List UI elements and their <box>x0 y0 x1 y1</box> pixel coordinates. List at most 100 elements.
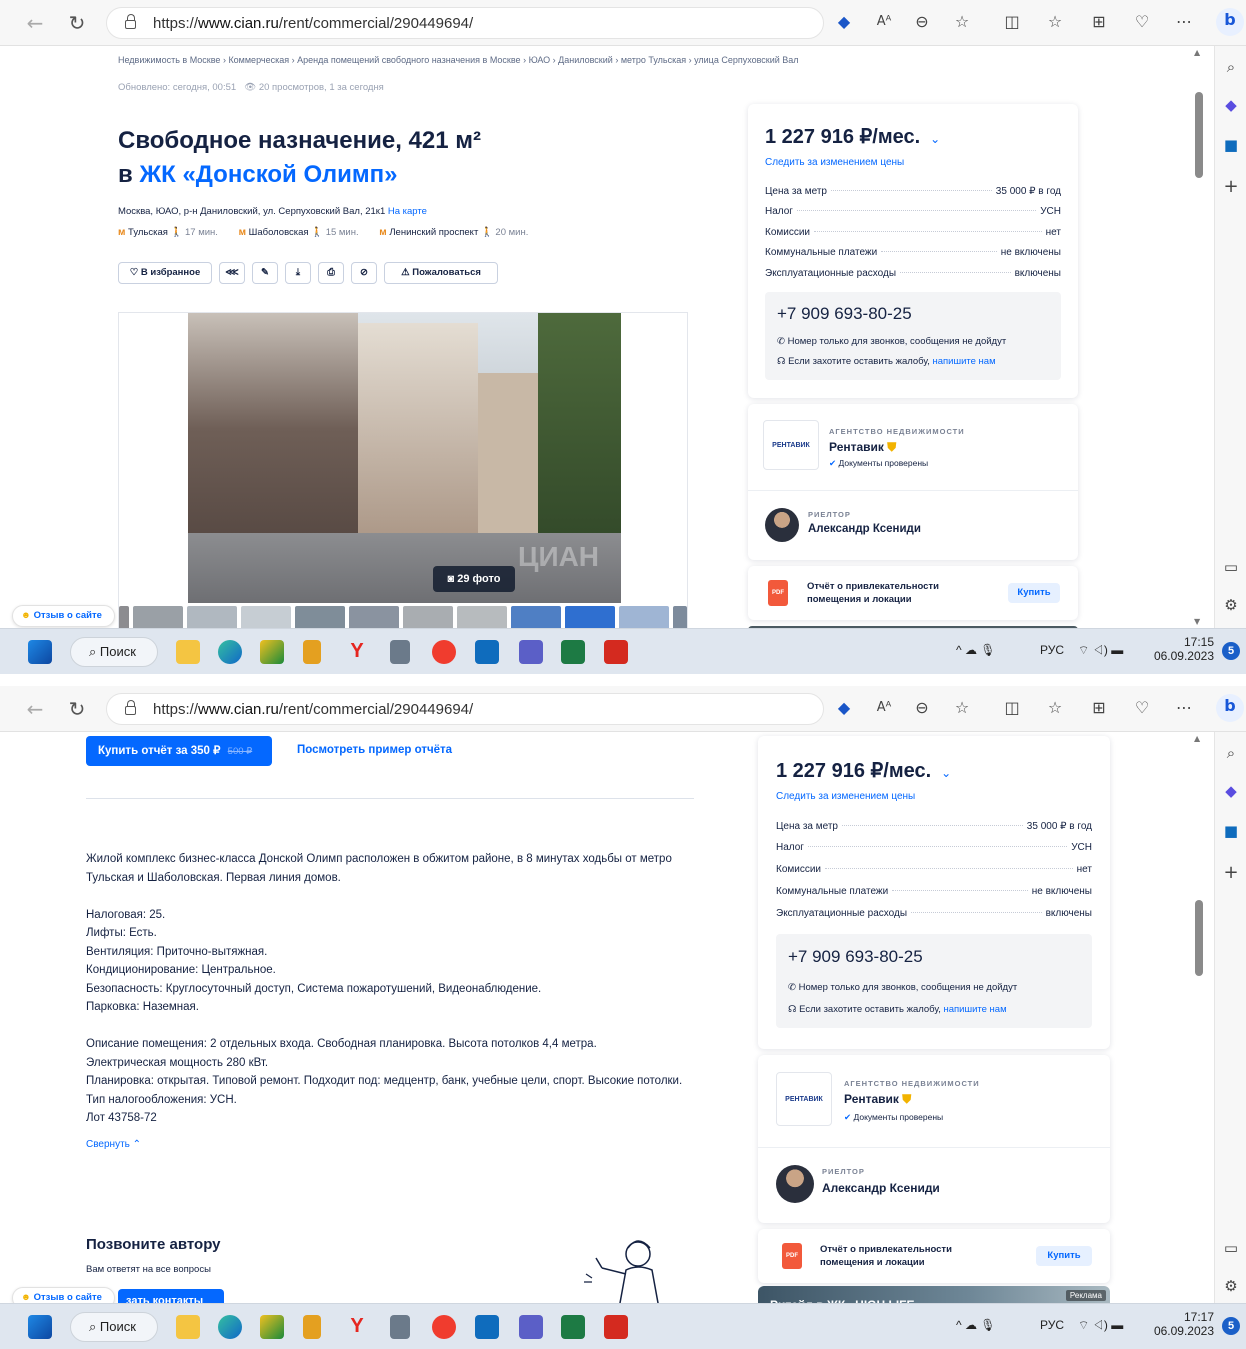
breadcrumb-item[interactable]: Аренда помещений свободного назначения в… <box>297 55 520 65</box>
more-menu-icon[interactable]: ⋯ <box>1172 696 1196 720</box>
print-button[interactable]: ⎙ <box>318 262 344 284</box>
snipping-icon[interactable] <box>303 1315 321 1339</box>
agency-logo[interactable]: РЕНТАВИК <box>763 420 819 470</box>
breadcrumb-item[interactable]: Коммерческая <box>228 55 289 65</box>
yandex-browser-icon[interactable]: Y <box>345 1315 369 1339</box>
avatar[interactable] <box>776 1165 814 1203</box>
read-aloud-icon[interactable]: Aᴬ <box>872 10 896 34</box>
phone-number[interactable]: +7 909 693-80-25 <box>777 304 912 324</box>
address-bar[interactable]: https://www.cian.ru/rent/commercial/2904… <box>106 693 824 725</box>
collections-icon[interactable]: ⊞ <box>1087 10 1111 34</box>
copilot-icon[interactable]: ◆ <box>1221 782 1241 802</box>
buy-report-button[interactable]: Купить отчёт за 350 ₽ 500 ₽ <box>86 736 272 766</box>
favorite-button[interactable]: ♡ В избранное <box>118 262 212 284</box>
breadcrumb-item[interactable]: ЮАО <box>529 55 551 65</box>
scrollbar-thumb[interactable] <box>1195 900 1203 976</box>
taskbar-search[interactable]: ⌕ Поиск <box>70 637 158 667</box>
clock[interactable]: 17:15 06.09.2023 <box>1150 635 1214 663</box>
language-indicator[interactable]: РУС <box>1040 1318 1064 1332</box>
search-icon[interactable]: ⌕ <box>1221 744 1241 764</box>
breadcrumb-item[interactable]: улица Серпуховский Вал <box>694 55 798 65</box>
main-photo[interactable]: ЦИАН ◙ 29 фото <box>188 313 621 603</box>
windows-start-icon[interactable] <box>28 640 52 664</box>
file-explorer-icon[interactable] <box>176 640 200 664</box>
yandex-browser-icon[interactable]: Y <box>345 640 369 664</box>
zoom-icon[interactable]: ⊖ <box>910 696 934 720</box>
teams-icon[interactable] <box>519 640 543 664</box>
outlook-icon[interactable]: ■ <box>1221 822 1241 842</box>
reload-icon[interactable]: ↻ <box>62 8 92 38</box>
back-icon[interactable]: ← <box>20 8 50 38</box>
notification-badge[interactable]: 5 <box>1222 1317 1240 1335</box>
gear-icon[interactable]: ⚙ <box>1221 596 1241 616</box>
collapse-link[interactable]: Свернуть ⌃ <box>86 1139 141 1150</box>
tag-icon[interactable]: ◆ <box>832 696 856 720</box>
realtor-name[interactable]: Александр Ксениди <box>822 1181 940 1195</box>
acrobat-icon[interactable] <box>604 1315 628 1339</box>
avatar[interactable] <box>765 508 799 542</box>
calculator-icon[interactable] <box>390 1315 410 1339</box>
back-icon[interactable]: ← <box>20 694 50 724</box>
performance-icon[interactable]: ♡ <box>1130 10 1154 34</box>
chevron-down-icon[interactable]: ⌄ <box>930 132 940 146</box>
agency-name[interactable]: Рентавик ⛊ <box>829 440 896 455</box>
network-volume-icons[interactable]: ⌔ ◁) ▬ <box>1078 643 1123 658</box>
reload-icon[interactable]: ↻ <box>62 694 92 724</box>
edge-icon[interactable] <box>218 1315 242 1339</box>
scroll-up-icon[interactable]: ▲ <box>1194 48 1200 57</box>
add-icon[interactable]: + <box>1221 862 1241 883</box>
windows-start-icon[interactable] <box>28 1315 52 1339</box>
write-us-link[interactable]: напишите нам <box>932 356 995 367</box>
complain-button[interactable]: ⚠ Пожаловаться <box>384 262 498 284</box>
write-us-link[interactable]: напишите нам <box>943 1004 1006 1015</box>
buy-button[interactable]: Купить <box>1008 583 1060 603</box>
performance-icon[interactable]: ♡ <box>1130 696 1154 720</box>
hide-button[interactable]: ⊘ <box>351 262 377 284</box>
favorite-star-icon[interactable]: ☆ <box>950 10 974 34</box>
excel-icon[interactable] <box>561 1315 585 1339</box>
share-button[interactable]: ⋘ <box>219 262 245 284</box>
network-volume-icons[interactable]: ⌔ ◁) ▬ <box>1078 1318 1123 1333</box>
edge-icon[interactable] <box>218 640 242 664</box>
favorites-list-icon[interactable]: ☆ <box>1043 696 1067 720</box>
complex-link[interactable]: ЖК «Донской Олимп» <box>139 161 397 188</box>
sidebar-toggle-icon[interactable]: ▭ <box>1221 1239 1241 1259</box>
outlook-icon[interactable] <box>475 1315 499 1339</box>
phone-number[interactable]: +7 909 693-80-25 <box>788 947 923 967</box>
tag-icon[interactable]: ◆ <box>832 10 856 34</box>
photo-count-badge[interactable]: ◙ 29 фото <box>433 566 515 592</box>
bing-copilot-icon[interactable]: b <box>1216 8 1244 36</box>
yandex-icon[interactable] <box>432 1315 456 1339</box>
follow-price-link[interactable]: Следить за изменением цены <box>776 791 915 802</box>
snipping-icon[interactable] <box>303 640 321 664</box>
teams-icon[interactable] <box>519 1315 543 1339</box>
follow-price-link[interactable]: Следить за изменением цены <box>765 157 904 168</box>
tray-icons[interactable]: ^ ☁ 🎙 <box>956 643 996 657</box>
sample-report-link[interactable]: Посмотреть пример отчёта <box>297 744 452 756</box>
download-button[interactable]: ⤓ <box>285 262 311 284</box>
buy-button[interactable]: Купить <box>1036 1246 1092 1266</box>
bing-copilot-icon[interactable]: b <box>1216 694 1244 722</box>
breadcrumb-item[interactable]: Недвижимость в Москве <box>118 55 220 65</box>
agency-logo[interactable]: РЕНТАВИК <box>776 1072 832 1126</box>
clock[interactable]: 17:17 06.09.2023 <box>1150 1310 1214 1338</box>
chevron-down-icon[interactable]: ⌄ <box>941 766 951 780</box>
collections-icon[interactable]: ⊞ <box>1087 696 1111 720</box>
favorite-star-icon[interactable]: ☆ <box>950 696 974 720</box>
add-icon[interactable]: + <box>1221 176 1241 197</box>
app-icon[interactable] <box>260 1315 284 1339</box>
more-menu-icon[interactable]: ⋯ <box>1172 10 1196 34</box>
tray-icons[interactable]: ^ ☁ 🎙 <box>956 1318 996 1332</box>
scrollbar[interactable]: ▲ ▼ <box>1192 732 1206 1314</box>
gear-icon[interactable]: ⚙ <box>1221 1277 1241 1297</box>
notification-badge[interactable]: 5 <box>1222 642 1240 660</box>
address-bar[interactable]: https://www.cian.ru/rent/commercial/2904… <box>106 7 824 39</box>
acrobat-icon[interactable] <box>604 640 628 664</box>
breadcrumb-item[interactable]: метро Тульская <box>621 55 686 65</box>
favorites-list-icon[interactable]: ☆ <box>1043 10 1067 34</box>
scroll-down-icon[interactable]: ▼ <box>1194 617 1200 626</box>
scroll-up-icon[interactable]: ▲ <box>1194 734 1200 743</box>
language-indicator[interactable]: РУС <box>1040 643 1064 657</box>
scrollbar[interactable]: ▲ ▼ <box>1192 46 1206 628</box>
calculator-icon[interactable] <box>390 640 410 664</box>
